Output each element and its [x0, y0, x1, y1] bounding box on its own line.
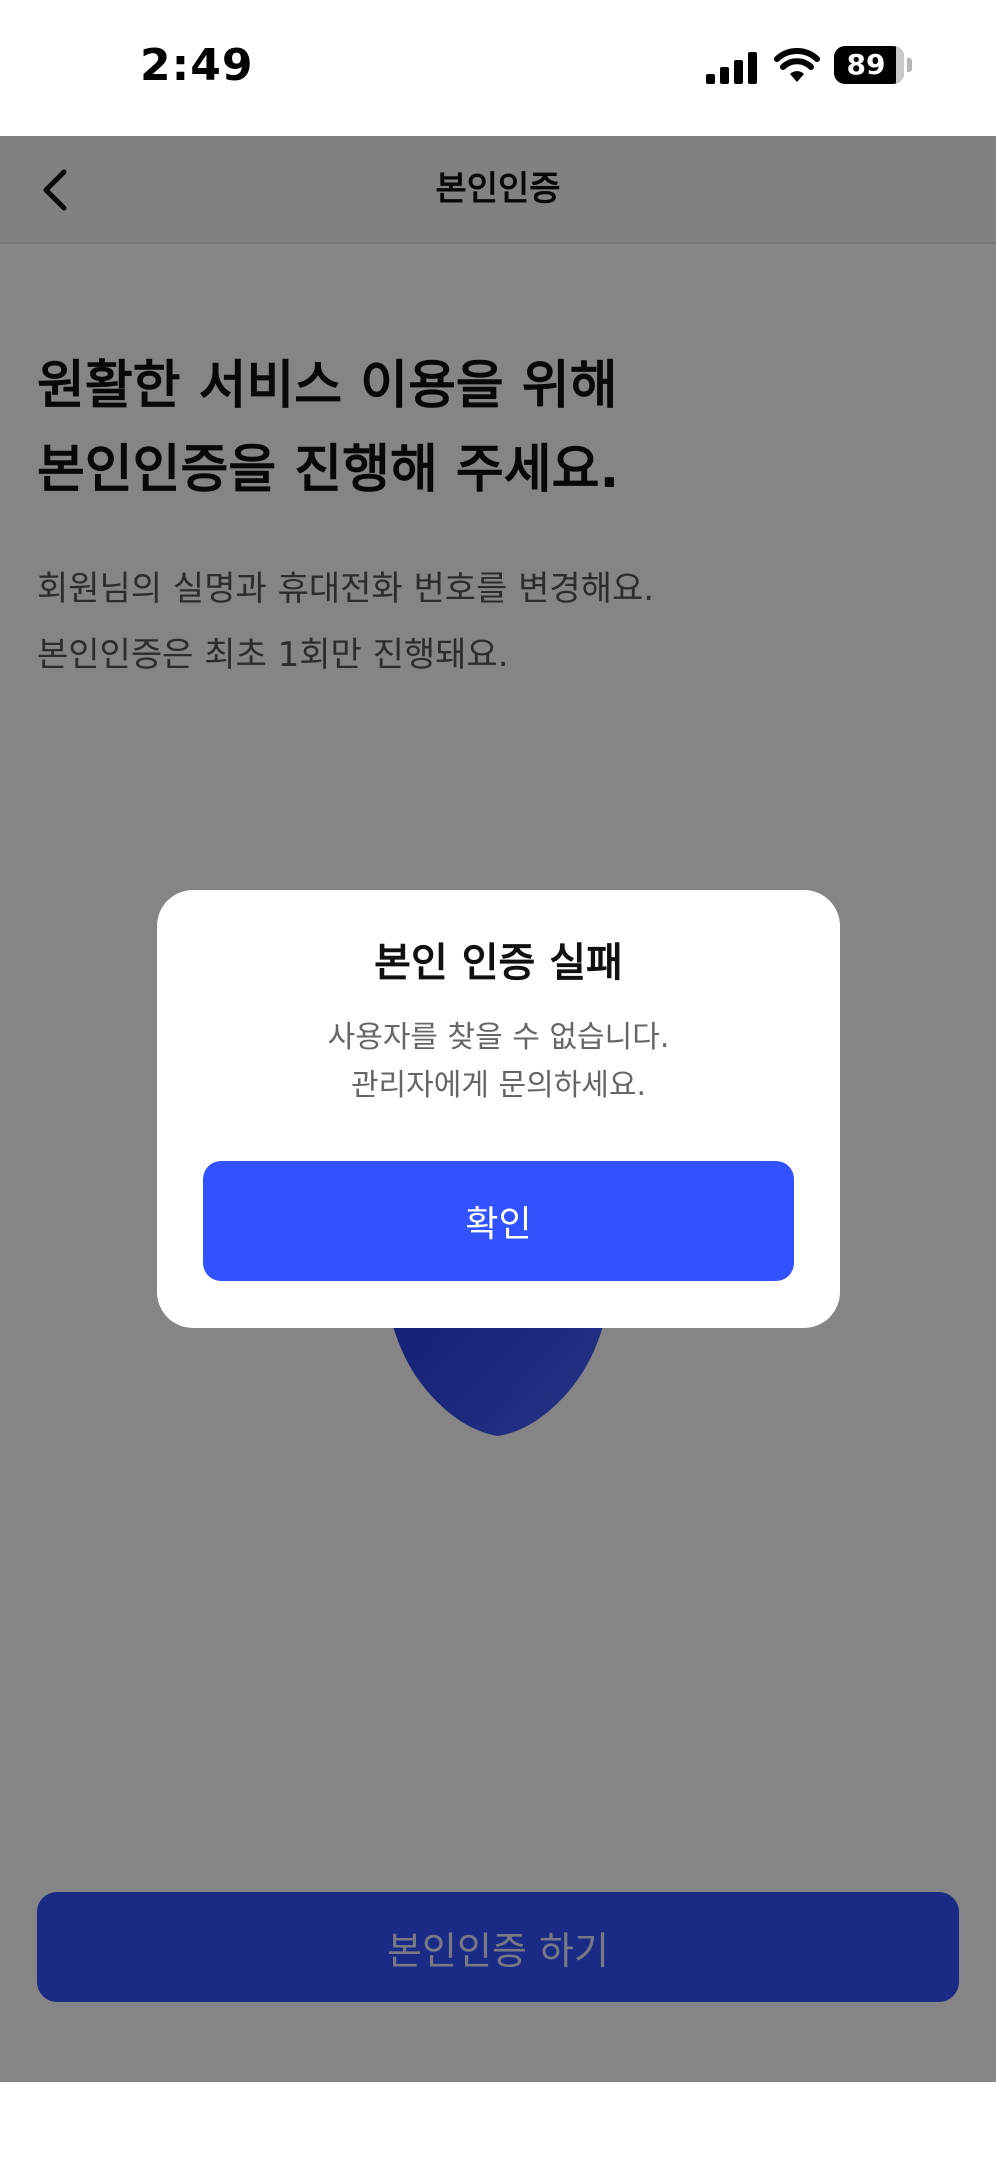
signal-icon — [706, 52, 757, 84]
verification-failed-dialog: 본인 인증 실패 사용자를 찾을 수 없습니다. 관리자에게 문의하세요. 확인 — [157, 890, 840, 1328]
confirm-button[interactable]: 확인 — [203, 1161, 794, 1281]
battery-icon: 89 — [834, 46, 912, 84]
wifi-icon — [774, 48, 820, 82]
battery-cap — [907, 58, 912, 72]
status-time: 2:49 — [140, 40, 254, 91]
dialog-title: 본인 인증 실패 — [374, 940, 623, 986]
dialog-message-line-2: 관리자에게 문의하세요. — [350, 1068, 647, 1103]
home-indicator-area — [0, 2082, 996, 2160]
status-bar: 2:49 89 — [0, 0, 996, 136]
dialog-message-line-1: 사용자를 찾을 수 없습니다. — [327, 1020, 670, 1055]
battery-body: 89 — [834, 46, 904, 84]
battery-level: 89 — [846, 48, 886, 81]
dialog-message: 사용자를 찾을 수 없습니다. 관리자에게 문의하세요. — [157, 1014, 840, 1110]
